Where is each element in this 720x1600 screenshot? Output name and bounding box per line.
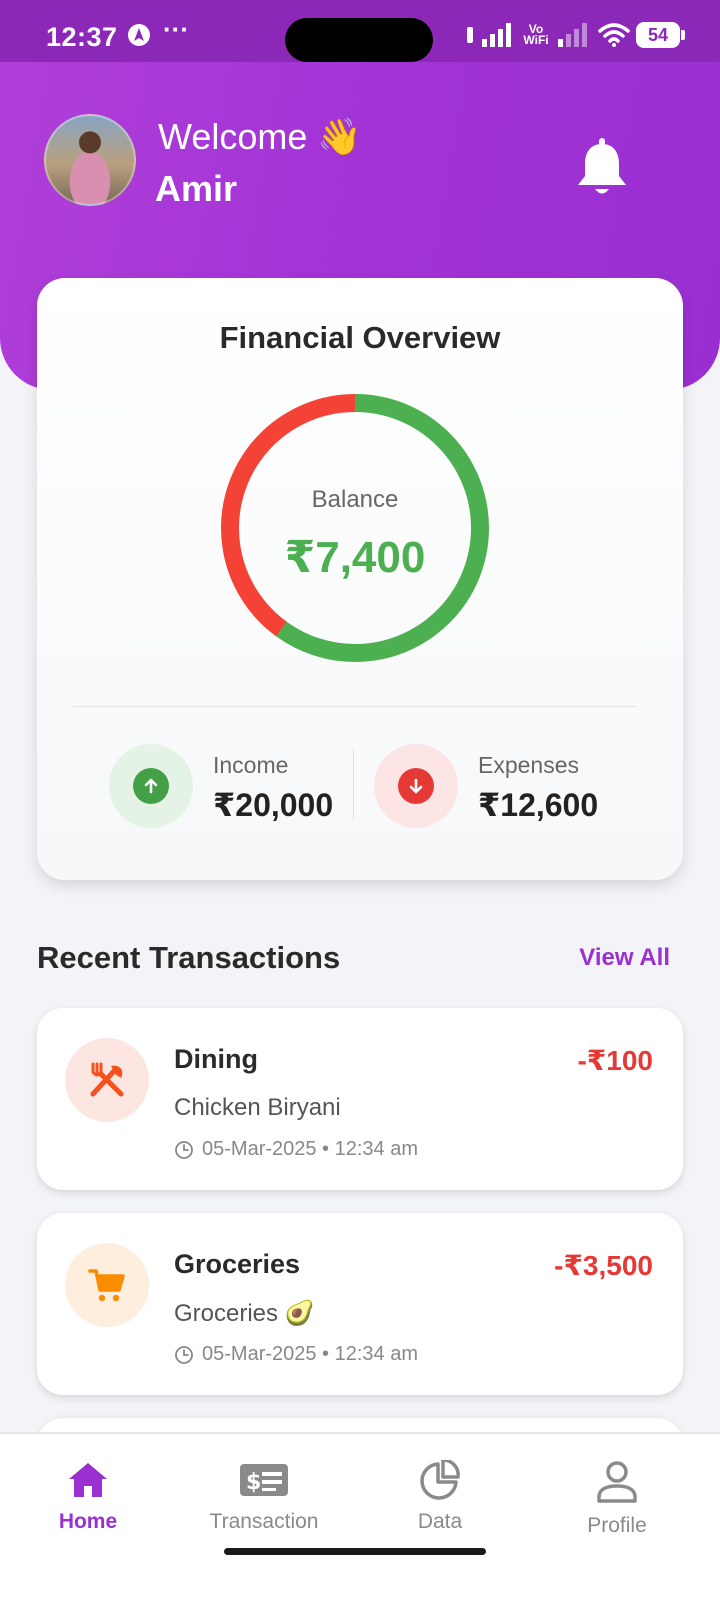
expenses-value: ₹12,600 (478, 787, 599, 823)
money-list-icon: $ (240, 1464, 288, 1496)
nav-home[interactable]: Home (23, 1460, 153, 1534)
arrow-down-icon (409, 778, 423, 794)
income-value: ₹20,000 (213, 787, 334, 823)
expense-icon-badge (374, 744, 458, 828)
svg-text:$: $ (246, 1470, 261, 1495)
home-indicator (224, 1548, 486, 1555)
vowifi-label: Vo WiFi (523, 22, 549, 47)
nav-transaction[interactable]: $ Transaction (199, 1460, 329, 1534)
navigation-arrow-icon (128, 24, 150, 46)
income-label: Income (213, 752, 289, 778)
timestamp-text: 05-Mar-2025 • 12:34 am (202, 1138, 419, 1160)
recent-transactions-title: Recent Transactions (37, 940, 341, 975)
financial-overview-card: Financial Overview Balance ₹7,400 Income… (37, 278, 683, 880)
status-time: 12:37 (46, 22, 118, 52)
person-icon (597, 1461, 637, 1503)
arrow-up-icon (144, 778, 158, 794)
divider (73, 706, 637, 707)
transaction-amount: -₹3,500 (554, 1250, 653, 1281)
battery-indicator: 54 (636, 22, 685, 48)
nav-label: Profile (587, 1514, 647, 1537)
pie-chart-icon (420, 1460, 460, 1500)
transaction-card[interactable]: Dining Chicken Biryani 05-Mar-2025 • 12:… (37, 1008, 683, 1190)
camera-notch (285, 18, 433, 62)
clock-icon (175, 1140, 193, 1159)
transaction-icon-badge (65, 1243, 149, 1327)
avatar[interactable] (44, 114, 136, 206)
vibrate-icon (467, 27, 473, 43)
bottom-navigation: Home $ Transaction Data Profile (0, 1432, 720, 1600)
transaction-amount: -₹100 (577, 1045, 653, 1076)
nav-data[interactable]: Data (375, 1460, 505, 1534)
balance-donut-chart (220, 394, 489, 662)
shopping-cart-icon (88, 1269, 125, 1302)
nav-label: Home (58, 1510, 118, 1533)
status-bar: 12:37 ··· Vo WiFi 54 (0, 0, 720, 62)
signal-icon (482, 23, 511, 47)
balance-value: ₹7,400 (284, 533, 426, 582)
nav-profile[interactable]: Profile (552, 1460, 682, 1538)
transaction-description: Chicken Biryani (174, 1094, 341, 1121)
clock-icon (175, 1345, 193, 1364)
timestamp-text: 05-Mar-2025 • 12:34 am (202, 1343, 419, 1365)
transaction-card[interactable]: Groceries Groceries 🥑 05-Mar-2025 • 12:3… (37, 1213, 683, 1395)
status-icons: Vo WiFi 54 (466, 18, 685, 52)
view-all-link[interactable]: View All (579, 944, 670, 972)
notification-bell-icon[interactable] (574, 136, 630, 200)
transaction-description: Groceries 🥑 (174, 1300, 315, 1327)
transaction-timestamp: 05-Mar-2025 • 12:34 am (174, 1138, 418, 1161)
transaction-category: Groceries (174, 1249, 301, 1279)
expenses-label: Expenses (478, 752, 580, 778)
expense-arc (220, 394, 489, 662)
home-icon (69, 1463, 107, 1497)
fork-knife-icon (90, 1062, 124, 1097)
transaction-timestamp: 05-Mar-2025 • 12:34 am (174, 1343, 418, 1366)
signal-weak-icon (558, 23, 587, 47)
nav-label: Data (417, 1510, 463, 1533)
transaction-category: Dining (174, 1044, 258, 1074)
stat-divider (353, 748, 354, 820)
transaction-icon-badge (65, 1038, 149, 1122)
wifi-icon (598, 23, 630, 47)
status-more: ··· (163, 14, 189, 44)
nav-label: Transaction (209, 1510, 319, 1533)
welcome-text: Welcome 👋 (158, 116, 363, 157)
income-icon-badge (109, 744, 193, 828)
user-name: Amir (155, 168, 238, 209)
overview-title: Financial Overview (219, 320, 501, 355)
balance-label: Balance (311, 486, 399, 513)
